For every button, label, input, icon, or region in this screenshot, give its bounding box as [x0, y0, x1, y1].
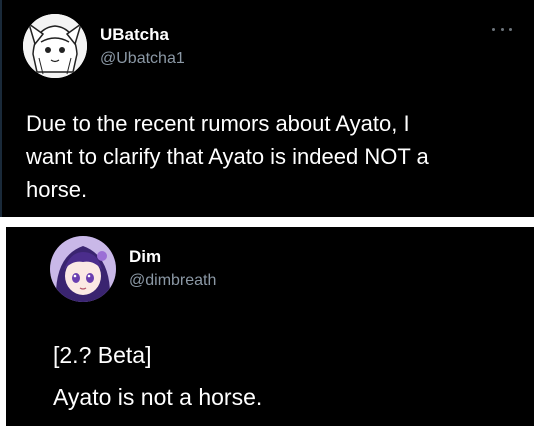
user-handle[interactable]: @Ubatcha1 — [100, 50, 185, 68]
display-name[interactable]: Dim — [129, 247, 161, 267]
more-horizontal-icon[interactable] — [492, 26, 512, 32]
avatar-drawing-icon — [23, 14, 87, 78]
dot — [500, 27, 504, 31]
avatar[interactable] — [23, 14, 87, 78]
dot — [509, 27, 512, 31]
tweet-text-line: [2.? Beta] — [53, 342, 152, 368]
dot — [492, 27, 495, 31]
tweet-card-dim[interactable]: Dim @dimbreath [2.? Beta] Ayato is not a… — [6, 227, 534, 426]
avatar-drawing-icon — [50, 236, 116, 302]
tweet-card-ubatcha[interactable]: UBatcha @Ubatcha1 Due to the recent rumo… — [0, 0, 534, 217]
avatar[interactable] — [50, 236, 116, 302]
display-name[interactable]: UBatcha — [100, 25, 169, 45]
user-handle[interactable]: @dimbreath — [129, 272, 216, 290]
tweet-text: Due to the recent rumors about Ayato, I … — [26, 111, 429, 202]
edge-strip — [0, 0, 2, 217]
tweet-text-line: Ayato is not a horse. — [53, 384, 263, 410]
